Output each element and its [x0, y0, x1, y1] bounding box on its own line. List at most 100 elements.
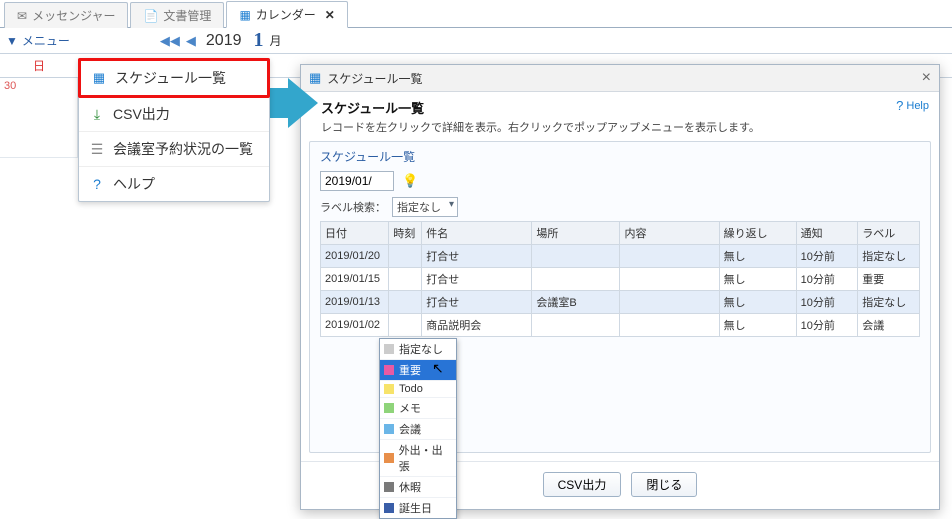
- color-swatch: [384, 453, 394, 463]
- csv-export-button[interactable]: CSV出力: [543, 472, 622, 497]
- label-option-text: 会議: [399, 421, 421, 437]
- hint-icon[interactable]: 💡: [402, 173, 418, 189]
- label-option[interactable]: 外出・出張: [380, 440, 456, 477]
- date-nav: ◀◀ ◀: [160, 33, 196, 49]
- tab-messenger[interactable]: ✉ メッセンジャー: [4, 2, 128, 28]
- tabbar: ✉ メッセンジャー 📄 文書管理 ▦ カレンダー ✕: [0, 0, 952, 28]
- table-cell-label: 重要: [858, 268, 920, 291]
- calendar-cell[interactable]: 30: [0, 78, 78, 158]
- menu-label: メニュー: [22, 32, 70, 49]
- date-filter-input[interactable]: [320, 171, 394, 191]
- th-time[interactable]: 時刻: [389, 222, 422, 245]
- label-option-text: 重要: [399, 362, 421, 378]
- table-cell-place: [532, 268, 620, 291]
- tab-label: メッセンジャー: [32, 7, 115, 24]
- color-swatch: [384, 424, 394, 434]
- label-option[interactable]: 指定なし: [380, 339, 456, 360]
- table-cell-date: 2019/01/13: [321, 291, 389, 314]
- color-swatch: [384, 384, 394, 394]
- color-swatch: [384, 503, 394, 513]
- label-option[interactable]: 会議: [380, 419, 456, 440]
- table-cell-repeat: 無し: [719, 291, 796, 314]
- th-notify[interactable]: 通知: [796, 222, 858, 245]
- table-cell-notify: 10分前: [796, 245, 858, 268]
- table-cell-label: 指定なし: [858, 291, 920, 314]
- table-cell-repeat: 無し: [719, 245, 796, 268]
- table-cell-date: 2019/01/02: [321, 314, 389, 337]
- close-button[interactable]: 閉じる: [631, 472, 697, 497]
- panel-label: スケジュール一覧: [320, 148, 920, 165]
- month-number: 1: [254, 29, 264, 52]
- tab-docs[interactable]: 📄 文書管理: [130, 2, 224, 28]
- prev-fast-icon[interactable]: ◀◀: [160, 33, 180, 49]
- label-option-text: 誕生日: [399, 500, 432, 516]
- table-cell-content: [620, 291, 719, 314]
- menu-item-label: 会議室予約状況の一覧: [113, 139, 253, 159]
- th-date[interactable]: 日付: [321, 222, 389, 245]
- table-row[interactable]: 2019/01/02商品説明会無し10分前会議: [321, 314, 920, 337]
- table-row[interactable]: 2019/01/13打合せ会議室B無し10分前指定なし: [321, 291, 920, 314]
- table-cell-repeat: 無し: [719, 268, 796, 291]
- label-option[interactable]: 誕生日: [380, 498, 456, 518]
- th-content[interactable]: 内容: [620, 222, 719, 245]
- color-swatch: [384, 403, 394, 413]
- help-icon: ?: [89, 176, 105, 192]
- th-repeat[interactable]: 繰り返し: [719, 222, 796, 245]
- table-cell-label: 会議: [858, 314, 920, 337]
- menu-item-schedule-list[interactable]: ▦ スケジュール一覧: [78, 58, 270, 98]
- label-option[interactable]: メモ: [380, 398, 456, 419]
- label-option[interactable]: 重要: [380, 360, 456, 381]
- table-cell-place: 会議室B: [532, 291, 620, 314]
- menu-dropdown-trigger[interactable]: ▼ メニュー: [6, 32, 70, 49]
- table-cell-content: [620, 245, 719, 268]
- color-swatch: [384, 365, 394, 375]
- label-search-select[interactable]: 指定なし: [392, 197, 458, 217]
- label-search-value: 指定なし: [397, 202, 441, 214]
- th-subject[interactable]: 件名: [422, 222, 532, 245]
- table-cell-notify: 10分前: [796, 291, 858, 314]
- help-icon: ?: [896, 98, 903, 113]
- table-cell-notify: 10分前: [796, 268, 858, 291]
- table-row[interactable]: 2019/01/15 打合せ 無し10分前重要: [321, 268, 920, 291]
- table-cell-time: [389, 314, 422, 337]
- year-label: 2019: [206, 32, 242, 50]
- table-cell-date: 2019/01/15: [321, 268, 389, 291]
- close-icon[interactable]: ×: [922, 69, 931, 87]
- table-cell-content: [620, 314, 719, 337]
- color-swatch: [384, 482, 394, 492]
- prev-icon[interactable]: ◀: [186, 33, 196, 49]
- menu-item-label: CSV出力: [113, 104, 170, 124]
- th-label[interactable]: ラベル: [858, 222, 920, 245]
- toolbar: ▼ メニュー ◀◀ ◀ 2019 1 月: [0, 28, 952, 54]
- label-option-text: メモ: [399, 400, 421, 416]
- table-cell-subject: 打合せ: [422, 268, 532, 291]
- help-link[interactable]: ? Help: [896, 98, 929, 113]
- schedule-list-dialog: ▦ スケジュール一覧 × スケジュール一覧 ? Help レコードを左クリックで…: [300, 64, 940, 510]
- table-cell-label: 指定なし: [858, 245, 920, 268]
- label-option[interactable]: Todo: [380, 381, 456, 398]
- help-label: Help: [906, 100, 929, 112]
- chevron-down-icon: ▼: [6, 34, 18, 48]
- close-icon[interactable]: ✕: [325, 8, 335, 22]
- calendar-icon: ▦: [91, 70, 107, 86]
- tab-calendar[interactable]: ▦ カレンダー ✕: [226, 1, 347, 28]
- dialog-heading: スケジュール一覧: [321, 98, 424, 117]
- doc-icon: 📄: [143, 9, 158, 23]
- menu-item-csv-export[interactable]: ⤓ CSV出力: [79, 97, 269, 132]
- calendar-icon: ▦: [239, 8, 250, 22]
- menu-item-help[interactable]: ? ヘルプ: [79, 167, 269, 201]
- table-cell-time: [389, 245, 422, 268]
- list-icon: ☰: [89, 141, 105, 158]
- menu-item-room-status[interactable]: ☰ 会議室予約状況の一覧: [79, 132, 269, 167]
- table-cell-place: [532, 245, 620, 268]
- schedule-panel: スケジュール一覧 💡 ラベル検索： 指定なし 日付 時刻 件名 場所: [309, 141, 931, 453]
- schedule-table: 日付 時刻 件名 場所 内容 繰り返し 通知 ラベル 2019/01/20打合せ…: [320, 221, 920, 337]
- menu-item-label: スケジュール一覧: [115, 68, 226, 88]
- label-option[interactable]: 休暇: [380, 477, 456, 498]
- dialog-titlebar[interactable]: ▦ スケジュール一覧 ×: [301, 65, 939, 92]
- calendar-date-number: 30: [4, 80, 16, 92]
- th-place[interactable]: 場所: [532, 222, 620, 245]
- table-cell-subject: 商品説明会: [422, 314, 532, 337]
- table-cell-date: 2019/01/20: [321, 245, 389, 268]
- table-row[interactable]: 2019/01/20打合せ無し10分前指定なし: [321, 245, 920, 268]
